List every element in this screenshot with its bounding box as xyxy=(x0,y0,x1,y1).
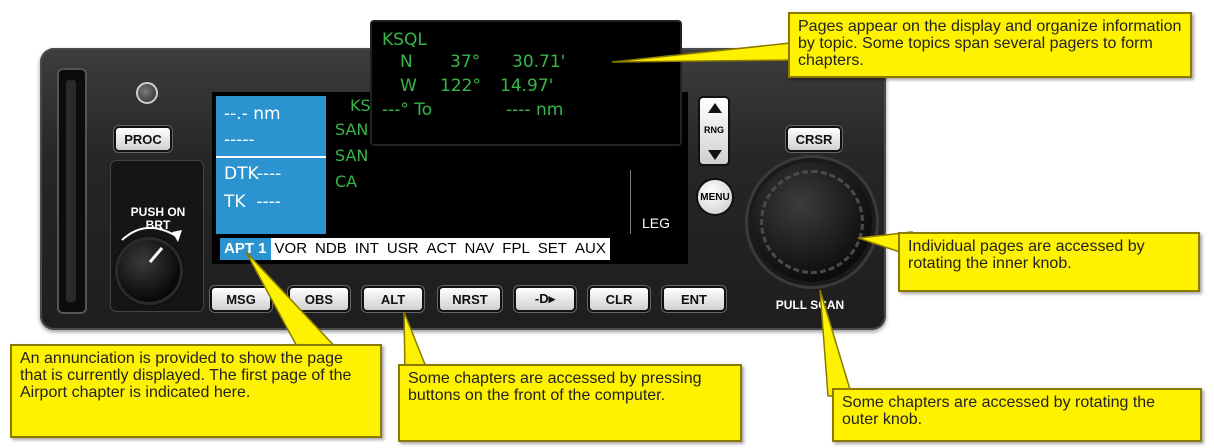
outer-knob-callout: Some chapters are accessed by rotating t… xyxy=(832,388,1202,442)
brightness-knob-pointer xyxy=(148,247,164,263)
brightness-arrowhead-icon xyxy=(172,230,182,242)
buttons-callout-pointer xyxy=(403,311,430,373)
inner-knob-callout: Individual pages are accessed by rotatin… xyxy=(898,232,1200,292)
brightness-arrow-icon xyxy=(121,227,177,241)
outer-knob-callout-pointer xyxy=(819,289,854,397)
buttons-callout: Some chapters are accessed by pressing b… xyxy=(398,364,742,442)
annunciation-callout: An annunciation is provided to show the … xyxy=(10,344,382,438)
pages-callout: Pages appear on the display and organize… xyxy=(788,12,1192,78)
pages-callout-pointer xyxy=(611,41,801,63)
annunciation-callout-pointer xyxy=(245,251,342,353)
